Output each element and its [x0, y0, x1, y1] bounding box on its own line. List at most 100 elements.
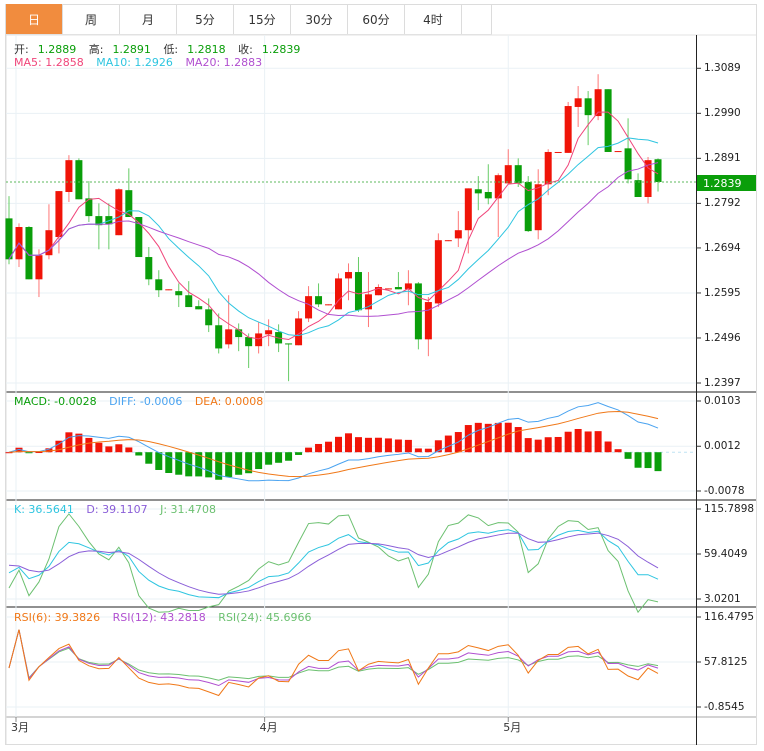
- close-label: 收:: [238, 43, 253, 56]
- macd-bar: [374, 437, 382, 453]
- macd-bar: [125, 447, 133, 453]
- macd-bar: [574, 428, 582, 453]
- candle-body: [325, 304, 333, 306]
- candle-body: [55, 191, 63, 238]
- candle-body: [434, 240, 442, 304]
- macd-bar: [644, 452, 652, 469]
- rsi24-value: RSI(24): 45.6966: [218, 611, 312, 624]
- macd-bar: [534, 439, 542, 453]
- rsi6-value: RSI(6): 39.3826: [14, 611, 101, 624]
- candle-body: [544, 151, 552, 185]
- candle-body: [564, 106, 572, 153]
- candle-body: [474, 189, 482, 194]
- candle-body: [155, 279, 163, 291]
- macd-bar: [354, 437, 362, 453]
- kline-chart[interactable]: [0, 0, 764, 751]
- macd-bar: [265, 452, 273, 465]
- macd-bar: [414, 448, 422, 453]
- macd-bar: [544, 437, 552, 453]
- macd-bar: [135, 452, 143, 456]
- candle-body: [205, 309, 213, 326]
- open-value: 1.2889: [37, 43, 77, 56]
- macd-axis-tick: 0.0012: [704, 440, 741, 453]
- macd-bar: [634, 452, 642, 468]
- dea-value: DEA: 0.0008: [194, 395, 264, 408]
- macd-bar: [524, 438, 532, 453]
- candle-body: [65, 160, 73, 192]
- high-value: 1.2891: [112, 43, 151, 56]
- candle-body: [115, 189, 123, 236]
- candle-body: [574, 98, 582, 107]
- macd-bar: [384, 438, 392, 453]
- macd-axis-tick: -0.0078: [704, 485, 745, 497]
- macd-bar: [175, 452, 183, 475]
- candle-body: [354, 272, 362, 311]
- current-price-label: 1.2839: [697, 175, 756, 191]
- candle-body: [534, 184, 542, 231]
- macd-bar: [404, 439, 412, 453]
- candle-body: [634, 180, 642, 197]
- low-value: 1.2818: [187, 43, 226, 56]
- price-axis-tick: 1.2595: [704, 286, 741, 299]
- candle-body: [454, 230, 462, 239]
- d-line: [8, 532, 659, 595]
- candle-body: [424, 302, 432, 340]
- candle-body: [315, 296, 323, 305]
- candle-body: [145, 257, 153, 280]
- rsi6-line: [8, 629, 659, 697]
- macd-bar: [584, 431, 592, 453]
- macd-bar: [285, 452, 293, 461]
- macd-bar: [614, 449, 622, 453]
- candle-body: [344, 272, 352, 279]
- date-label: 5月: [503, 721, 522, 734]
- candle-body: [195, 306, 203, 310]
- kdj-axis-tick: 3.0201: [704, 593, 741, 605]
- ma10-line: [8, 137, 659, 337]
- candle-body: [484, 191, 492, 199]
- ma20-value: MA20: 1.2883: [185, 56, 263, 69]
- price-axis-tick: 1.2496: [704, 331, 741, 344]
- macd-bar: [85, 437, 93, 453]
- macd-bar: [145, 452, 153, 464]
- macd-bar: [424, 448, 432, 453]
- high-label: 高:: [88, 43, 104, 56]
- macd-value: MACD: -0.0028: [14, 395, 97, 408]
- candle-body: [225, 329, 233, 345]
- candle-body: [384, 288, 392, 290]
- macd-bar: [315, 443, 323, 453]
- rsi-axis-tick: 116.4795: [704, 611, 755, 623]
- candle-body: [624, 148, 632, 180]
- candle-body: [514, 165, 522, 184]
- macd-bar: [444, 435, 452, 453]
- price-axis-tick: 1.2891: [704, 152, 741, 165]
- macd-bar: [474, 422, 482, 453]
- price-axis-tick: 1.3089: [704, 62, 741, 75]
- macd-bar: [344, 433, 352, 453]
- rsi12-line: [8, 629, 659, 687]
- diff-value: DIFF: -0.0006: [109, 395, 183, 408]
- candle-body: [394, 287, 402, 290]
- macd-bar: [275, 452, 283, 463]
- ma-legend: MA5: 1.2858 MA10: 1.2926 MA20: 1.2883: [14, 56, 271, 69]
- candle-body: [245, 337, 253, 347]
- price-axis-tick: 1.2397: [704, 377, 741, 389]
- candle-body: [504, 165, 512, 184]
- macd-axis-tick: 0.0103: [704, 395, 741, 407]
- candle-body: [185, 295, 193, 308]
- macd-bar: [624, 452, 632, 459]
- k-value: K: 36.5641: [14, 503, 74, 516]
- candle-body: [265, 330, 273, 335]
- candle-body: [335, 278, 343, 310]
- macd-bar: [554, 436, 562, 453]
- candle-body: [25, 227, 33, 280]
- macd-bar: [235, 452, 243, 475]
- candle-body: [35, 255, 43, 280]
- macd-bar: [325, 441, 333, 453]
- ohlc-legend: 开: 1.2889 高: 1.2891 低: 1.2818 收: 1.2839: [14, 41, 309, 57]
- kdj-legend: K: 36.5641 D: 39.1107 J: 31.4708: [14, 503, 225, 516]
- macd-bar: [335, 436, 343, 453]
- date-label: 3月: [10, 721, 29, 734]
- date-label: 4月: [259, 721, 278, 734]
- open-label: 开:: [14, 43, 29, 56]
- macd-bar: [504, 422, 512, 453]
